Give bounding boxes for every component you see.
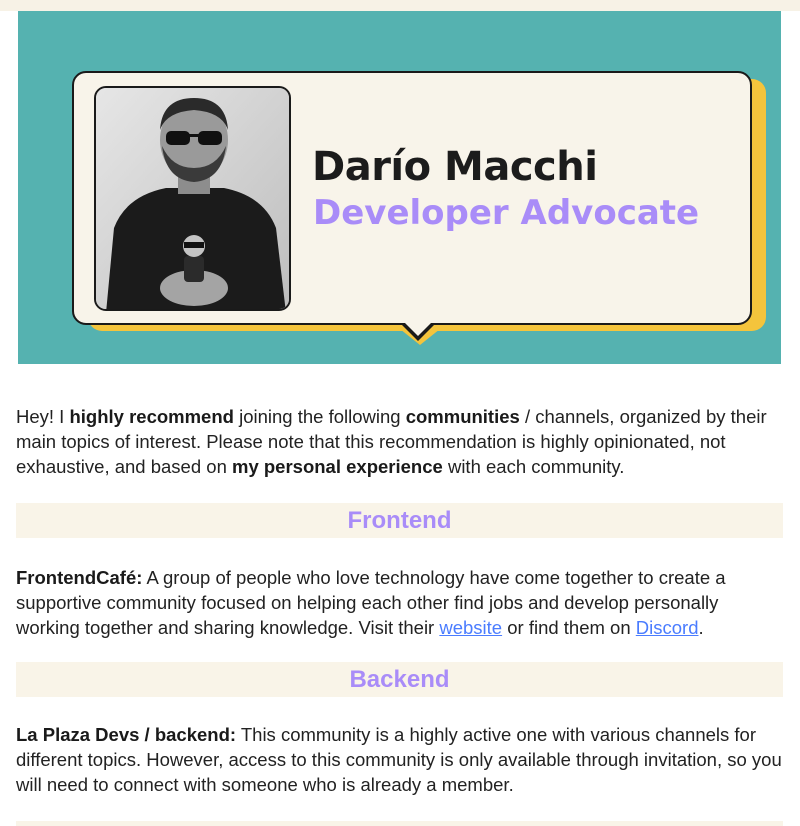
section-header-frontend: Frontend <box>16 503 783 538</box>
laplaza-paragraph: La Plaza Devs / backend: This community … <box>16 724 782 795</box>
top-strip <box>0 0 800 11</box>
presenter-name: Darío Macchi <box>312 144 598 190</box>
intro-emphasis-communities: communities <box>405 406 520 427</box>
next-section-bar <box>16 821 783 826</box>
community-name-laplaza: La Plaza Devs / backend: <box>16 724 237 745</box>
frontendcafe-discord-link[interactable]: Discord <box>636 617 699 638</box>
profile-photo <box>94 86 291 311</box>
hero-banner: Darío Macchi Developer Advocate <box>18 11 781 364</box>
frontendcafe-paragraph: FrontendCafé: A group of people who love… <box>16 567 726 638</box>
community-name-frontendcafe: FrontendCafé: <box>16 567 143 588</box>
section-title-backend: Backend <box>349 666 450 693</box>
intro-emphasis-experience: my personal experience <box>232 456 443 477</box>
intro-paragraph: Hey! I highly recommend joining the foll… <box>16 406 767 477</box>
intro-emphasis-recommend: highly recommend <box>69 406 234 427</box>
section-title-frontend: Frontend <box>347 507 452 534</box>
presenter-role: Developer Advocate <box>313 193 700 233</box>
section-header-backend: Backend <box>16 662 783 697</box>
frontendcafe-website-link[interactable]: website <box>439 617 502 638</box>
